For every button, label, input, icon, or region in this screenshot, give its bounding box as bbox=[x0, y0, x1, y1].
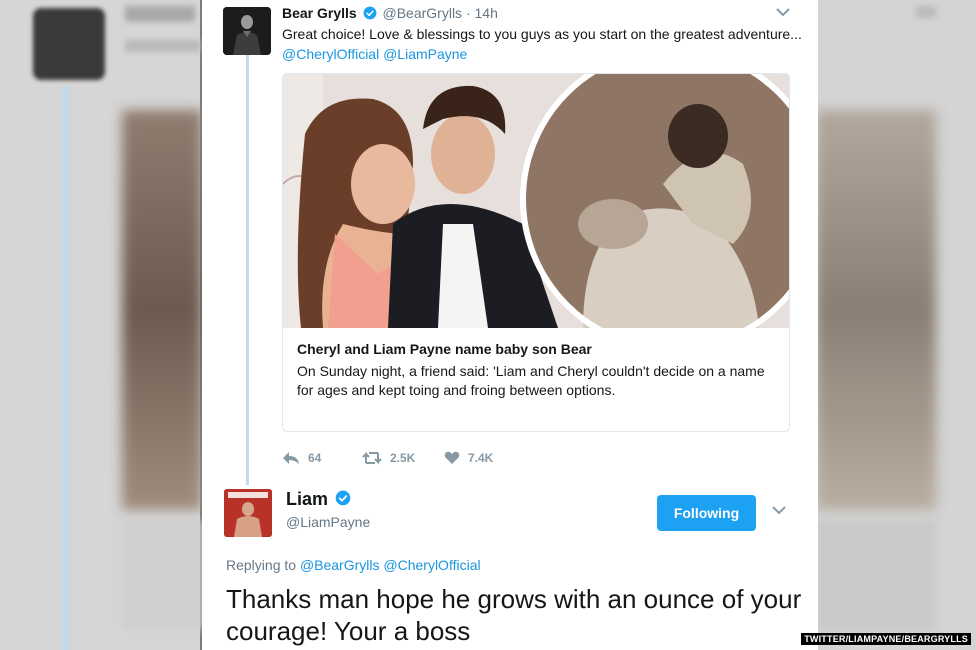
background-text-blur bbox=[125, 6, 195, 22]
tweet1-body: Great choice! Love & blessings to you gu… bbox=[282, 26, 802, 42]
background-photo bbox=[816, 110, 936, 510]
article-description: On Sunday night, a friend said: 'Liam an… bbox=[297, 363, 765, 398]
replying-to-mention[interactable]: @BearGrylls bbox=[300, 557, 380, 573]
following-button[interactable]: Following bbox=[657, 495, 756, 531]
reply-button[interactable]: 64 bbox=[282, 451, 362, 465]
tweet2-author-handle[interactable]: @LiamPayne bbox=[286, 514, 370, 530]
replying-to-mention[interactable]: @CherylOfficial bbox=[383, 557, 480, 573]
chevron-down-icon[interactable] bbox=[772, 504, 786, 518]
tweet1-text: Great choice! Love & blessings to you gu… bbox=[282, 24, 802, 64]
like-button[interactable]: 7.4K bbox=[444, 451, 493, 465]
article-link-card[interactable]: Cheryl and Liam Payne name baby son Bear… bbox=[282, 73, 790, 432]
like-count: 7.4K bbox=[468, 451, 494, 465]
tweet1-timestamp[interactable]: 14h bbox=[475, 5, 498, 21]
retweet-count: 2.5K bbox=[390, 451, 416, 465]
retweet-icon bbox=[362, 451, 382, 465]
background-thread-line bbox=[62, 86, 70, 650]
mention-link[interactable]: @CherylOfficial bbox=[282, 46, 379, 62]
separator-dot: · bbox=[465, 5, 471, 21]
replying-to-label: Replying to bbox=[226, 557, 297, 573]
reply-icon bbox=[283, 452, 299, 464]
article-image bbox=[283, 74, 789, 328]
tweet1-author-name[interactable]: Bear Grylls bbox=[282, 5, 357, 21]
liam-payne-avatar[interactable] bbox=[224, 489, 272, 537]
background-avatar bbox=[33, 8, 105, 80]
tweet2-author-name[interactable]: Liam bbox=[286, 489, 328, 509]
background-photo bbox=[122, 110, 202, 510]
article-title: Cheryl and Liam Payne name baby son Bear bbox=[297, 341, 592, 357]
tweet1-actions: 64 2.5K 7.4K bbox=[282, 448, 493, 468]
replying-to-line: Replying to @BearGrylls @CherylOfficial bbox=[226, 557, 481, 573]
tweet-thread-card: Bear Grylls @BearGrylls · 14h Great choi… bbox=[202, 0, 818, 650]
image-credit: TWITTER/LIAMPAYNE/BEARGRYLLS bbox=[801, 633, 971, 645]
tweet2-author-name-row[interactable]: Liam bbox=[286, 489, 353, 510]
heart-icon bbox=[444, 451, 460, 464]
background-card bbox=[122, 520, 202, 630]
tweet2-text: Thanks man hope he grows with an ounce o… bbox=[226, 584, 802, 646]
background-text-blur bbox=[125, 40, 200, 52]
tweet1-author-handle[interactable]: @BearGrylls bbox=[383, 5, 463, 21]
bear-grylls-avatar[interactable] bbox=[223, 7, 271, 55]
chevron-down-icon[interactable] bbox=[776, 6, 790, 20]
thread-connector-line bbox=[246, 55, 249, 485]
reply-count: 64 bbox=[308, 451, 322, 465]
tweet1-header: Bear Grylls @BearGrylls · 14h bbox=[282, 5, 498, 21]
retweet-button[interactable]: 2.5K bbox=[362, 451, 444, 465]
verified-icon bbox=[363, 6, 377, 20]
background-card bbox=[816, 520, 936, 630]
verified-icon bbox=[335, 490, 351, 506]
background-chevron bbox=[916, 6, 936, 18]
mention-link[interactable]: @LiamPayne bbox=[383, 46, 467, 62]
